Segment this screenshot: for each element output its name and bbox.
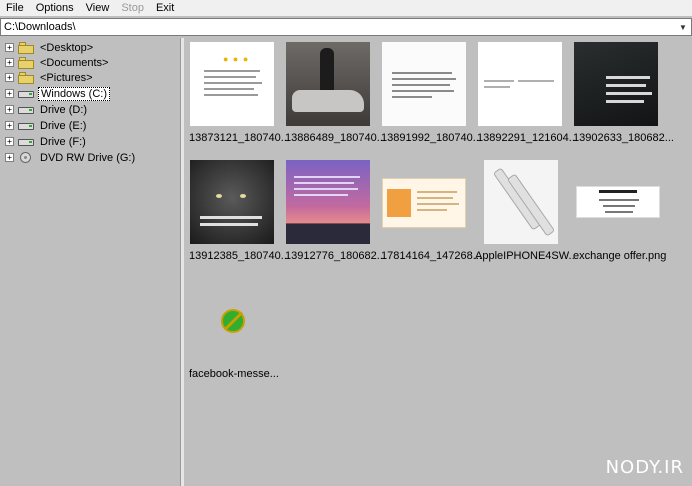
menu-file[interactable]: File: [0, 0, 30, 16]
expand-icon[interactable]: +: [5, 121, 14, 130]
thumbnail-image[interactable]: ● ● ●: [190, 42, 274, 126]
chevron-down-icon[interactable]: ▼: [675, 19, 691, 35]
folder-icon: [18, 41, 34, 54]
drive-icon: [18, 89, 34, 99]
tree-item-label[interactable]: Drive (F:): [38, 136, 88, 148]
dvd-drive-icon: [18, 151, 34, 164]
file-name[interactable]: 13891992_180740...: [381, 132, 481, 144]
folder-icon: [18, 56, 34, 69]
drive-icon: [18, 105, 34, 115]
folder-icon: [18, 71, 34, 84]
tree-item-pictures[interactable]: + <Pictures>: [0, 70, 95, 85]
thumbnail-image[interactable]: [576, 186, 660, 218]
menu-exit[interactable]: Exit: [150, 0, 180, 16]
tree-item-drive-f[interactable]: + Drive (F:): [0, 134, 88, 149]
file-name[interactable]: AppleIPHONE4SW...: [475, 250, 575, 262]
tree-item-drive-e[interactable]: + Drive (E:): [0, 118, 88, 133]
path-text[interactable]: C:\Downloads\: [1, 21, 675, 33]
menu-bar: File Options View Stop Exit: [0, 0, 692, 16]
thumbnail-image[interactable]: [574, 42, 658, 126]
thumbnail-grid: ● ● ● 13873121_180740... 13886489_180740…: [184, 38, 692, 486]
tree-item-label[interactable]: <Pictures>: [38, 72, 95, 84]
no-preview-icon[interactable]: [221, 309, 245, 333]
watermark: NODY.IR: [606, 457, 684, 478]
tree-item-dvd-g[interactable]: + DVD RW Drive (G:): [0, 150, 137, 165]
tree-item-documents[interactable]: + <Documents>: [0, 55, 110, 70]
drive-icon: [18, 137, 34, 147]
tree-item-drive-d[interactable]: + Drive (D:): [0, 102, 89, 117]
tree-item-windows-c[interactable]: + Windows (C:): [0, 86, 111, 101]
file-name[interactable]: exchange offer.png: [573, 250, 673, 262]
watermark-title: NODY.IR: [605, 457, 684, 478]
thumbnail-image[interactable]: [382, 42, 466, 126]
expand-icon[interactable]: +: [5, 153, 14, 162]
drive-icon: [18, 121, 34, 131]
tree-item-label[interactable]: Drive (E:): [38, 120, 88, 132]
thumbnail-image[interactable]: [382, 178, 466, 228]
file-name[interactable]: 13912776_180682...: [285, 250, 385, 262]
menu-view[interactable]: View: [80, 0, 116, 16]
tree-item-label[interactable]: DVD RW Drive (G:): [38, 152, 137, 164]
path-combobox[interactable]: C:\Downloads\ ▼: [0, 18, 692, 36]
thumbnail-image[interactable]: [286, 160, 370, 244]
tree-item-label[interactable]: <Desktop>: [38, 42, 95, 54]
menu-options[interactable]: Options: [30, 0, 80, 16]
thumbnail-image[interactable]: [484, 160, 558, 244]
tree-item-label[interactable]: Drive (D:): [38, 104, 89, 116]
thumbnail-image[interactable]: [190, 160, 274, 244]
file-name[interactable]: 13886489_180740...: [285, 132, 385, 144]
expand-icon[interactable]: +: [5, 43, 14, 52]
file-name[interactable]: 13912385_180740...: [189, 250, 289, 262]
tree-item-label[interactable]: <Documents>: [38, 57, 110, 69]
expand-icon[interactable]: +: [5, 89, 14, 98]
expand-icon[interactable]: +: [5, 73, 14, 82]
expand-icon[interactable]: +: [5, 105, 14, 114]
folder-tree: + <Desktop> + <Documents> + <Pictures> +…: [0, 38, 180, 486]
file-name[interactable]: 13892291_121604...: [477, 132, 577, 144]
file-name[interactable]: 17814164_147268...: [381, 250, 481, 262]
file-name[interactable]: facebook-messe...: [189, 368, 289, 380]
file-name[interactable]: 13902633_180682...: [573, 132, 673, 144]
file-name[interactable]: 13873121_180740...: [189, 132, 289, 144]
tree-item-label[interactable]: Windows (C:): [38, 86, 111, 101]
expand-icon[interactable]: +: [5, 137, 14, 146]
expand-icon[interactable]: +: [5, 58, 14, 67]
thumbnail-image[interactable]: [286, 42, 370, 126]
menu-stop[interactable]: Stop: [115, 0, 150, 16]
thumbnail-image[interactable]: [478, 42, 562, 126]
tree-item-desktop[interactable]: + <Desktop>: [0, 40, 95, 55]
